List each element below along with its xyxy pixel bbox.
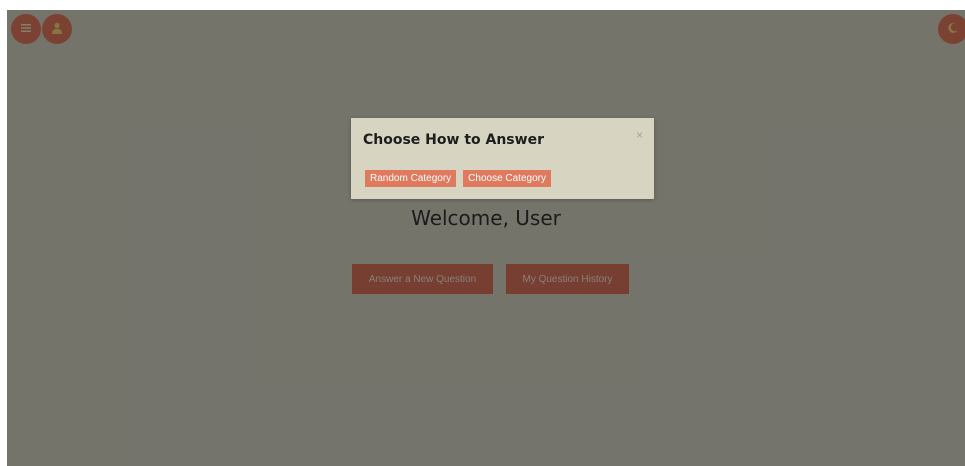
- choose-category-button[interactable]: Choose Category: [463, 170, 551, 187]
- modal-backdrop[interactable]: [7, 10, 965, 466]
- answer-mode-modal: Choose How to Answer × Random Category C…: [351, 118, 654, 199]
- modal-actions: Random Category Choose Category: [365, 170, 551, 187]
- random-category-button[interactable]: Random Category: [365, 170, 457, 187]
- app-viewport: Welcome, User Answer a New Question My Q…: [7, 10, 965, 466]
- close-icon[interactable]: ×: [636, 128, 643, 142]
- modal-title: Choose How to Answer: [363, 132, 544, 148]
